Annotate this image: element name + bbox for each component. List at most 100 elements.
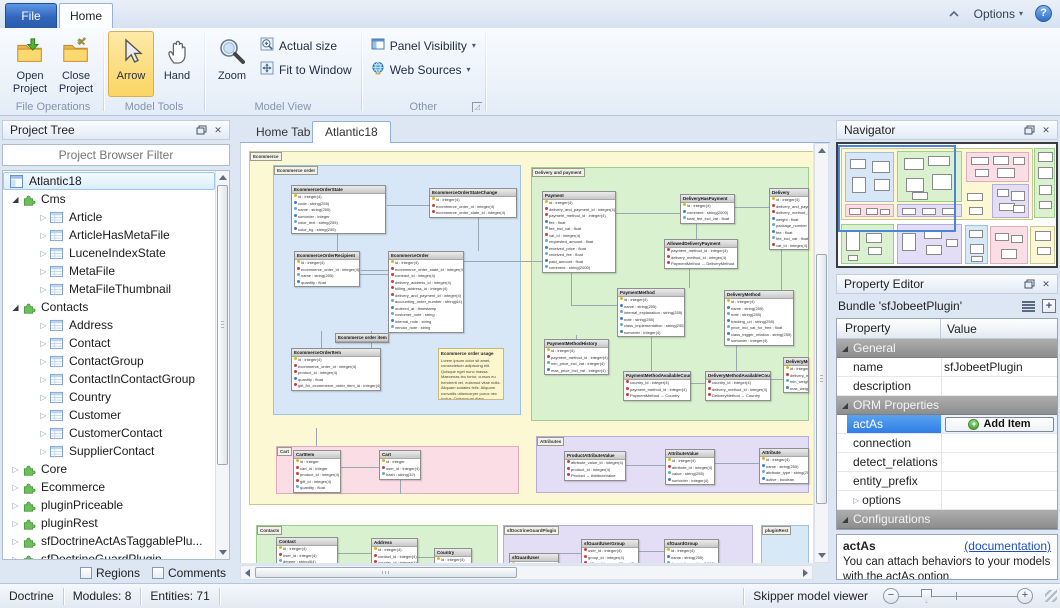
close-panel-icon[interactable]: ✕ <box>211 124 225 137</box>
zoom-slider-track[interactable] <box>899 588 1017 604</box>
collapsed-arrow-icon[interactable]: ▷ <box>37 411 50 420</box>
collapsed-arrow-icon[interactable]: ▷ <box>9 537 22 546</box>
navigator-minimap[interactable] <box>836 142 1058 268</box>
property-value[interactable]: sfJobeetPlugin <box>941 358 1057 376</box>
diagram-entity-deliverymethodavailablecountry[interactable]: DeliveryMethodAvailableCountrycountry_id… <box>705 371 771 401</box>
property-row-actas[interactable]: actAs+Add Item <box>837 415 1057 434</box>
property-row-connection[interactable]: connection <box>837 434 1057 453</box>
tree-item-pluginpriceable[interactable]: ▷pluginPriceable <box>3 496 215 514</box>
close-panel-icon[interactable]: ✕ <box>1039 278 1053 291</box>
diagram-entity-country[interactable]: Countryid : integer(4)name : string(255) <box>434 548 472 563</box>
collapsed-arrow-icon[interactable]: ▷ <box>37 429 50 438</box>
tab-atlantic18[interactable]: Atlantic18 <box>312 121 391 144</box>
add-item-button[interactable]: +Add Item <box>945 417 1054 432</box>
diagram-entity-contact[interactable]: Contactid : integer(4)user_id : integer(… <box>276 537 338 563</box>
fit-to-window-button[interactable]: Fit to Window <box>255 59 357 80</box>
minimap-viewport-rect[interactable] <box>838 145 956 232</box>
tree-item-ecommerce[interactable]: ▷Ecommerce <box>3 478 215 496</box>
property-row-name[interactable]: namesfJobeetPlugin <box>837 358 1057 377</box>
diagram-entity-paymentmethodhistory[interactable]: PaymentMethodHistoryid : integer(4)payme… <box>544 339 609 375</box>
diagram-entity-ecommerceorderstatechange[interactable]: EcommerceOrderStateChangeid : integer(4)… <box>429 188 517 218</box>
diagram-entity-delivery[interactable]: Deliveryid : integer(4)delivery_and_paym… <box>769 188 809 250</box>
expanded-arrow-icon[interactable]: ◢ <box>9 195 22 204</box>
web-sources-button[interactable]: Web Sources ▾ <box>366 59 481 80</box>
tree-item-core[interactable]: ▷Core <box>3 460 215 478</box>
diagram-entity-payment[interactable]: Paymentid : integer(4)delivery_and_payme… <box>542 191 616 273</box>
diagram-entity-sfguardgroup[interactable]: sfGuardGroupid : integer(4)name : string… <box>664 539 719 563</box>
collapsed-arrow-icon[interactable]: ▷ <box>37 285 50 294</box>
tree-item-suppliercontact[interactable]: ▷SupplierContact <box>3 442 215 460</box>
tree-item-articlehasmetafile[interactable]: ▷ArticleHasMetaFile <box>3 226 215 244</box>
property-row-detect-relations[interactable]: detect_relations <box>837 453 1057 472</box>
property-value[interactable] <box>941 491 1057 509</box>
tree-item-cms[interactable]: ◢Cms <box>3 190 215 208</box>
diagram-entity-productattributevalue[interactable]: ProductAttributeValueattribute_value_id … <box>564 451 626 481</box>
zoom-slider-thumb[interactable] <box>921 589 932 603</box>
property-value[interactable] <box>941 377 1057 395</box>
options-menu-button[interactable]: Options ▾ <box>974 7 1023 21</box>
arrow-tool-button[interactable]: Arrow <box>108 31 154 97</box>
diagram-entity-cartitem[interactable]: CartItemid : integercart_id : integerpro… <box>293 450 341 493</box>
diagram-entity-address[interactable]: Addressid : integer(4)contact_id : integ… <box>371 538 418 563</box>
tree-item-customer[interactable]: ▷Customer <box>3 406 215 424</box>
project-tree-scrollbar[interactable] <box>215 171 229 559</box>
diagram-entity-deliverymethodweight[interactable]: DeliveryMethodWeightid : integer(4)deliv… <box>783 357 809 393</box>
add-property-icon[interactable]: + <box>1042 299 1056 313</box>
documentation-link[interactable]: (documentation) <box>964 539 1051 553</box>
property-value[interactable] <box>941 472 1057 490</box>
tree-item-pluginrest[interactable]: ▷pluginRest <box>3 514 215 532</box>
tree-item-contacts[interactable]: ◢Contacts <box>3 298 215 316</box>
zoom-in-button[interactable]: + <box>1017 588 1033 604</box>
collapsed-arrow-icon[interactable]: ▷ <box>853 496 859 505</box>
diagram-entity-alloweddeliverypayment[interactable]: AllowedDeliveryPaymentpayment_method_id … <box>664 239 738 269</box>
float-panel-icon[interactable] <box>194 124 208 137</box>
dialog-launcher-icon[interactable]: ◿ <box>472 102 482 112</box>
property-row-options[interactable]: ▷options <box>837 491 1057 510</box>
diagram-viewport[interactable]: EcommerceEcommerce orderDelivery and pay… <box>240 143 813 563</box>
hand-tool-button[interactable]: Hand <box>154 31 200 97</box>
tree-item-metafile[interactable]: ▷MetaFile <box>3 262 215 280</box>
help-icon[interactable]: ? <box>1035 5 1052 22</box>
property-row-entity-prefix[interactable]: entity_prefix <box>837 472 1057 491</box>
list-view-icon[interactable] <box>1022 301 1035 312</box>
collapsed-arrow-icon[interactable]: ▷ <box>37 231 50 240</box>
diagram-entity-sfguardusergroup[interactable]: sfGuardUserGroupuser_id : integer(4)grou… <box>581 539 639 563</box>
diagram-note[interactable]: Ecommerce order usageLorem ipsum dolor s… <box>438 348 504 400</box>
diagram-entity-ecommerceorderrecipient[interactable]: EcommerceOrderRecipientid : integer(4)ec… <box>294 251 360 287</box>
canvas-vertical-scrollbar[interactable] <box>814 143 829 563</box>
tree-item-country[interactable]: ▷Country <box>3 388 215 406</box>
tree-item-contactgroup[interactable]: ▷ContactGroup <box>3 352 215 370</box>
diagram-entity-paymentmethod[interactable]: PaymentMethodid : integer(4)name : strin… <box>617 288 685 337</box>
collapsed-arrow-icon[interactable]: ▷ <box>37 267 50 276</box>
collapse-ribbon-icon[interactable] <box>946 7 962 21</box>
collapsed-arrow-icon[interactable]: ▷ <box>37 375 50 384</box>
tree-item-metafilethumbnail[interactable]: ▷MetaFileThumbnail <box>3 280 215 298</box>
property-value[interactable] <box>941 453 1057 471</box>
tab-file[interactable]: File <box>5 3 57 28</box>
regions-checkbox[interactable]: Regions <box>80 566 140 580</box>
tree-item-customercontact[interactable]: ▷CustomerContact <box>3 424 215 442</box>
diagram-entity-sfguarduser[interactable]: sfGuardUserid : integer(4)username : str… <box>509 553 559 563</box>
float-panel-icon[interactable] <box>1022 278 1036 291</box>
diagram-entity-ecommerceorderstate[interactable]: EcommerceOrderStateid : integer(4)code :… <box>291 185 386 234</box>
diagram-entity-deliveryhaspayment[interactable]: DeliveryHasPaymentid : integer(4)comment… <box>680 194 735 224</box>
collapsed-arrow-icon[interactable]: ▷ <box>37 357 50 366</box>
float-panel-icon[interactable] <box>1022 124 1036 137</box>
collapsed-arrow-icon[interactable]: ▷ <box>9 501 22 510</box>
collapsed-arrow-icon[interactable]: ▷ <box>37 339 50 348</box>
zoom-slider[interactable]: − + <box>883 588 1033 604</box>
tree-item-address[interactable]: ▷Address <box>3 316 215 334</box>
diagram-entity-deliverymethod[interactable]: DeliveryMethodid : integer(4)name : stri… <box>724 290 794 346</box>
canvas-horizontal-scrollbar[interactable] <box>240 565 813 580</box>
collapsed-arrow-icon[interactable]: ▷ <box>9 465 22 474</box>
project-browser-filter-input[interactable] <box>2 144 230 166</box>
tree-item-atlantic18[interactable]: Atlantic18 <box>3 172 215 190</box>
property-row-description[interactable]: description <box>837 377 1057 396</box>
tree-item-sfdoctrineguardplugin[interactable]: ▷sfDoctrineGuardPlugin <box>3 550 215 560</box>
tree-item-article[interactable]: ▷Article <box>3 208 215 226</box>
close-project-button[interactable]: Close Project <box>53 31 99 97</box>
open-project-button[interactable]: Open Project <box>7 31 53 97</box>
tree-item-sfdoctrineactastaggableplu[interactable]: ▷sfDoctrineActAsTaggablePlu... <box>3 532 215 550</box>
collapsed-arrow-icon[interactable]: ▷ <box>9 519 22 528</box>
diagram-entity-attribute[interactable]: Attributeid : integer(4)name : string(25… <box>759 448 809 484</box>
